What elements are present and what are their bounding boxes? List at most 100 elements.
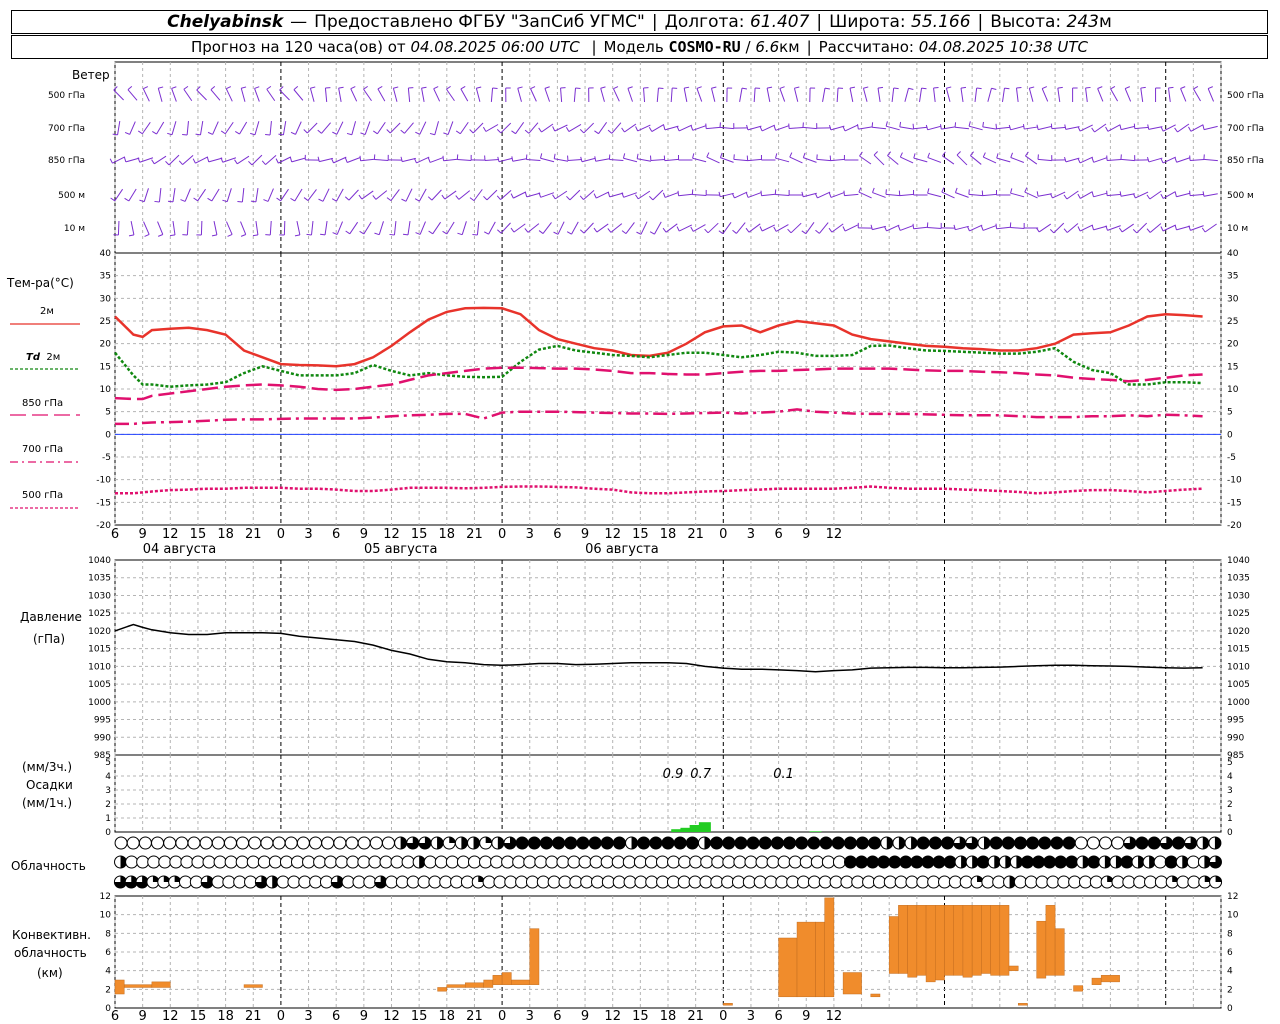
wind-barb-feather [374,232,380,236]
wind-barb-feather [237,200,243,203]
wind-barb [1107,225,1121,231]
wind-barb-feather [593,227,598,233]
wind-barb-feather [483,195,488,201]
wind-barb-feather [899,152,903,158]
wind-barb-feather [908,87,914,91]
wind-level-label: 500 м [58,191,85,201]
cloud-cover-fill [686,837,699,849]
wind-barb [324,87,328,103]
wind-barb-feather [828,227,833,233]
wind-barb [296,221,301,235]
cloud-cover-symbol [434,855,448,869]
wind-barb [544,88,551,102]
wind-barb [886,224,900,232]
time-tick-label-bottom: 21 [466,1009,483,1024]
cloud-cover-fill [1002,837,1015,849]
cloud-cover-symbol [556,855,570,869]
wind-barb-feather [1193,86,1199,90]
cloud-cover-fill [704,837,711,849]
wind-barb [1015,87,1019,103]
wind-barb-feather [1063,194,1068,200]
convective-bar [1091,977,1102,985]
convective-bar [824,897,835,998]
wind-barb [130,221,135,235]
cloud-cover-symbol [764,875,778,889]
wind-barb-feather [180,199,186,202]
cloud-cover-symbol [807,875,821,889]
wind-barb-feather [317,156,320,162]
cloud-cover-symbol [721,875,735,889]
wind-barb-feather [1174,157,1178,163]
wind-barb-feather [511,156,514,162]
cloud-cover-symbol [645,875,659,889]
cloud-cover-fill [977,856,990,868]
wind-barb [393,220,397,236]
wind-barb-feather [1174,191,1177,197]
wind-barb [623,157,638,163]
wind-barb-feather [982,152,986,158]
wind-barb-feather [393,86,399,89]
conv-tick-right: 8 [1227,929,1233,939]
convective-bar [123,984,153,988]
wind-barb-feather [1146,228,1151,233]
wind-barb [761,224,775,232]
wind-barb-feather [540,153,543,159]
wind-barb-feather [524,191,528,198]
wind-barb-feather [227,233,233,237]
cloud-cover-fill [866,856,879,868]
wind-barb [982,193,997,197]
wind-barb [996,157,1011,163]
wind-barb [775,125,790,131]
cloud-cover-fill [990,837,1003,849]
wind-barb [473,189,483,201]
wind-barb [968,125,983,131]
convective-bar [815,921,825,998]
cloud-cover-fill [941,837,954,849]
cloud-cover-fill [437,837,444,849]
wind-barb-feather [956,151,961,156]
wind-level-label-right: 500 гПа [1227,91,1264,101]
wind-barb [392,88,398,102]
cloud-cover-symbol [363,875,377,889]
wind-barb-feather [829,124,832,131]
wind-barb [1203,193,1218,197]
wind-barb [293,89,304,101]
cloud-cover-symbol [1057,875,1071,889]
cloud-cover-symbol [189,875,203,889]
wind-barb-feather [455,195,460,200]
pressure-tick-left: 1020 [88,627,111,637]
wind-barb-feather [330,158,334,164]
wind-barb-feather [359,230,365,235]
wind-barb-feather [167,200,174,203]
cloud-cover-symbol [490,855,504,869]
temp-tick-left: -10 [96,476,111,486]
convective-bar [842,972,862,995]
wind-barb-feather [469,129,474,134]
wind-barb [265,155,277,165]
cloud-cover-fill [1054,856,1067,868]
cloud-cover-symbol [534,855,548,869]
wind-barb [790,222,802,234]
conv-tick-right: 2 [1227,985,1233,995]
wind-barb [899,225,914,231]
temp-tick-left: 5 [105,408,111,418]
wind-barb [338,88,342,102]
wind-barb [1085,87,1088,103]
cloud-cover-symbol [1068,875,1082,889]
pressure-tick-left: 1030 [88,591,111,601]
wind-barb [1065,157,1080,163]
wind-barb-feather [787,228,792,234]
cloud-cover-symbol [545,855,559,869]
pressure-tick-left: 1010 [88,662,111,672]
wind-barb [349,221,359,235]
wind-barb [1079,124,1093,132]
wind-barb-feather [429,132,435,136]
wind-barb [1110,88,1119,102]
wind-barb [241,187,245,203]
wind-barb [319,157,333,163]
wind-barb-feather [842,126,846,132]
wind-barb [802,126,817,130]
wind-barb [364,121,371,135]
cloud-cover-symbol [612,875,626,889]
wind-barb-feather [1091,224,1094,230]
